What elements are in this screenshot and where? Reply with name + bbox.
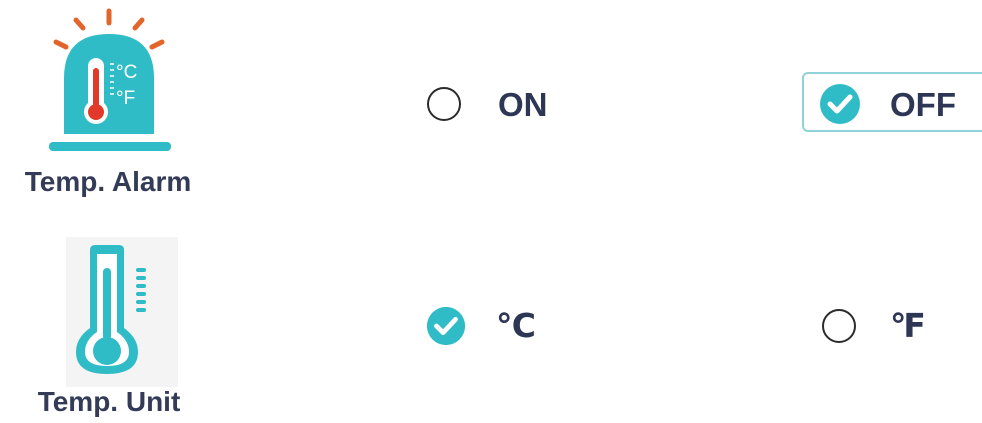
alarm-icon-celsius: °C [116,62,137,83]
alarm-icon-fahrenheit: °F [116,88,135,109]
radio-empty-icon[interactable] [822,309,856,343]
thermometer-alarm-icon: °C °F [49,8,171,151]
unit-celsius-label[interactable]: ℃ [496,309,536,342]
alarm-on-label[interactable]: ON [498,88,548,121]
check-circle-icon[interactable] [425,305,467,347]
alarm-off-label[interactable]: OFF [890,88,956,121]
check-circle-icon[interactable] [818,82,862,126]
temp-unit-label: Temp. Unit [37,386,181,417]
thermometer-icon [76,245,146,374]
temp-alarm-label: Temp. Alarm [24,166,192,197]
radio-empty-icon[interactable] [427,87,461,121]
unit-fahrenheit-label[interactable]: ℉ [890,309,926,342]
